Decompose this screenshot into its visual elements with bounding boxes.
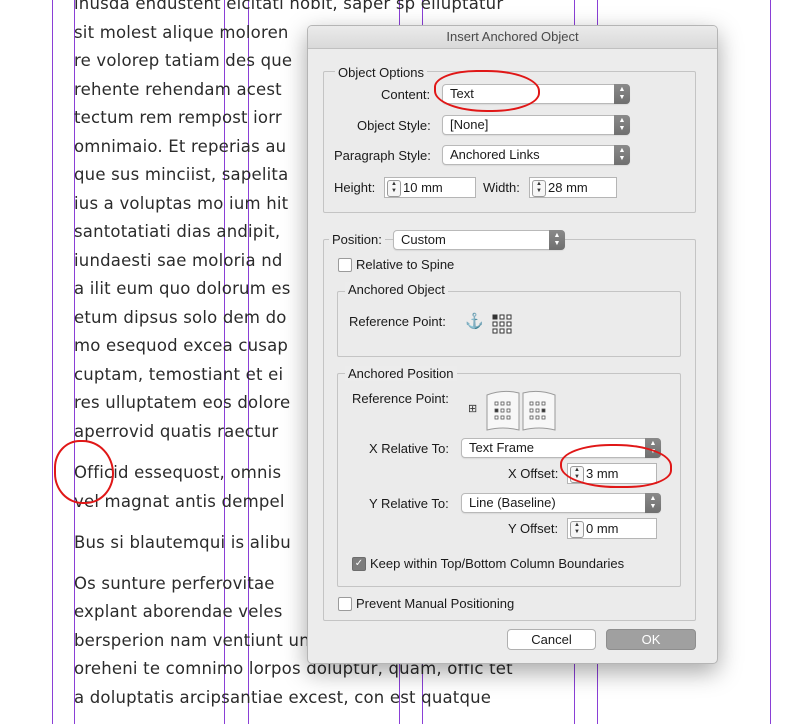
position-select[interactable]: Custom ▲ ▼ xyxy=(393,230,565,250)
annotation-circle-content xyxy=(434,70,540,112)
y-offset-label: Y Offset: xyxy=(508,521,559,536)
keep-within-boundaries-label[interactable]: Keep within Top/Bottom Column Boundaries xyxy=(370,556,624,571)
chevron-updown-icon: ▲ ▼ xyxy=(549,230,565,250)
anchored-object-reference-point-label: Reference Point: xyxy=(349,314,446,329)
y-offset-value: 0 mm xyxy=(586,521,619,536)
width-field[interactable]: ▲ ▼ 28 mm xyxy=(529,177,617,198)
x-relative-to-value: Text Frame xyxy=(469,440,535,455)
width-value: 28 mm xyxy=(548,180,588,195)
anchored-position-legend: Anchored Position xyxy=(345,366,457,381)
object-style-label: Object Style: xyxy=(357,118,431,133)
y-offset-field[interactable]: ▲ ▼ 0 mm xyxy=(567,518,657,539)
anchored-object-legend: Anchored Object xyxy=(345,282,448,297)
paragraph-style-select-value: Anchored Links xyxy=(450,147,540,162)
object-options-legend: Object Options xyxy=(335,65,427,80)
width-label: Width: xyxy=(483,180,520,195)
chevron-updown-icon: ▲ ▼ xyxy=(614,115,630,135)
chevron-updown-icon: ▲ ▼ xyxy=(645,493,661,513)
anchored-position-reference-point-label: Reference Point: xyxy=(352,391,449,406)
object-style-select-value: [None] xyxy=(450,117,489,132)
x-relative-to-label: X Relative To: xyxy=(369,441,449,456)
x-offset-label: X Offset: xyxy=(508,466,559,481)
cancel-button[interactable]: Cancel xyxy=(507,629,596,650)
ok-button[interactable]: OK xyxy=(606,629,696,650)
relative-to-spine-label[interactable]: Relative to Spine xyxy=(356,257,454,272)
dialog-title: Insert Anchored Object xyxy=(308,26,717,49)
prevent-manual-positioning-label[interactable]: Prevent Manual Positioning xyxy=(356,596,514,611)
height-value: 10 mm xyxy=(403,180,443,195)
page-spread-proxy-icon[interactable] xyxy=(485,387,557,432)
stepper-arrows-icon[interactable]: ▲ ▼ xyxy=(532,180,546,197)
keep-within-boundaries-checkbox[interactable]: ✓ xyxy=(352,557,366,571)
chevron-updown-icon: ▲ ▼ xyxy=(614,145,630,165)
text-line: a doluptatis arcipsantiae excest, con es… xyxy=(74,687,492,707)
position-select-value: Custom xyxy=(401,232,446,247)
margin-guide xyxy=(52,0,53,724)
y-relative-to-value: Line (Baseline) xyxy=(469,495,556,510)
insert-anchored-object-dialog: Insert Anchored Object Object Options Co… xyxy=(307,25,718,664)
anchor-icon: ⚓ xyxy=(465,313,484,330)
height-label: Height: xyxy=(334,180,376,195)
position-label: Position: xyxy=(329,232,385,247)
relative-to-spine-checkbox[interactable] xyxy=(338,258,352,272)
paragraph-style-select[interactable]: Anchored Links ▲ ▼ xyxy=(442,145,630,165)
reference-point-grid-icon[interactable] xyxy=(492,314,512,334)
content-label: Content: xyxy=(381,87,431,102)
height-field[interactable]: ▲ ▼ 10 mm xyxy=(384,177,476,198)
chevron-updown-icon: ▲ ▼ xyxy=(614,84,630,104)
stepper-arrows-icon[interactable]: ▲ ▼ xyxy=(387,180,401,197)
y-relative-to-select[interactable]: Line (Baseline) ▲ ▼ xyxy=(461,493,661,513)
spread-reference-icon: ⊞ xyxy=(468,403,478,415)
paragraph-style-label: Paragraph Style: xyxy=(334,148,431,163)
stepper-arrows-icon[interactable]: ▲ ▼ xyxy=(570,521,584,538)
prevent-manual-positioning-checkbox[interactable] xyxy=(338,597,352,611)
annotation-circle-anchor xyxy=(54,440,114,504)
margin-guide xyxy=(770,0,771,724)
text-line: inusda endustent elcitati nobit, saper s… xyxy=(74,0,504,13)
object-style-select[interactable]: [None] ▲ ▼ xyxy=(442,115,630,135)
annotation-circle-x-offset xyxy=(560,444,672,488)
y-relative-to-label: Y Relative To: xyxy=(369,496,449,511)
